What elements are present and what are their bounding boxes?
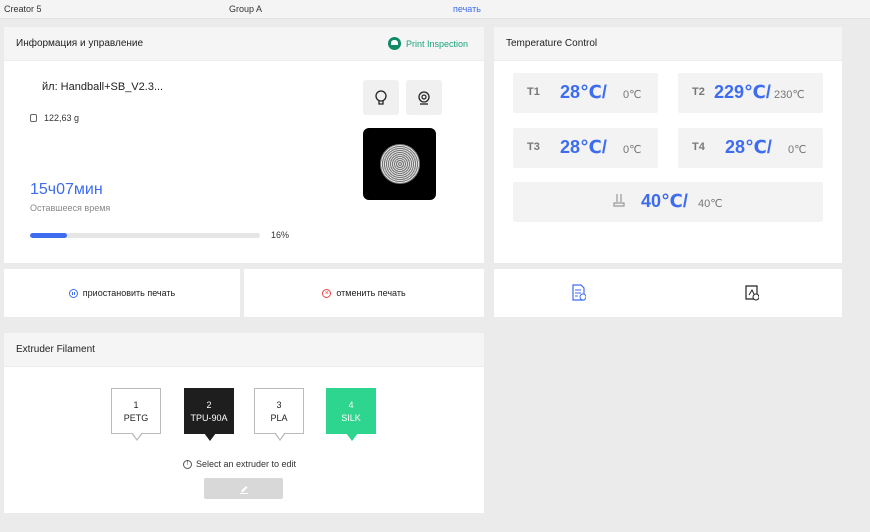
temp-t1[interactable]: T1 28℃/ 0℃: [513, 73, 658, 113]
printer-name: Creator 5: [4, 4, 42, 14]
model-preview-image: [380, 144, 420, 184]
pause-print-button[interactable]: приостановить печать: [4, 269, 240, 317]
temp-t3[interactable]: T3 28℃/ 0℃: [513, 128, 658, 168]
extruder-panel-title: Extruder Filament: [16, 344, 95, 355]
top-bar: Creator 5 Group A печать: [0, 0, 870, 19]
progress-bar: [30, 233, 260, 238]
extruder-hint-text: Select an extruder to edit: [196, 459, 297, 469]
temp-t4-label: T4: [692, 141, 705, 153]
extruder-number: 2: [206, 400, 212, 410]
temp-t2-label: T2: [692, 86, 705, 98]
file-name: йл: Handball+SB_V2.3...: [42, 81, 164, 93]
temp-t3-target: 0℃: [623, 144, 642, 156]
document-icon[interactable]: [572, 284, 586, 301]
temp-t1-label: T1: [527, 86, 540, 98]
temperature-panel: Temperature Control T1 28℃/ 0℃ T2 229℃/ …: [494, 27, 842, 263]
pause-print-label: приостановить печать: [82, 288, 176, 298]
progress-percent: 16%: [271, 230, 290, 240]
temp-t3-label: T3: [527, 141, 540, 153]
progress-fill: [30, 233, 67, 238]
extruder-3[interactable]: 3 PLA: [254, 388, 304, 441]
temp-t2[interactable]: T2 229℃/ 230℃: [678, 73, 823, 113]
file-buttons-bar: [494, 269, 842, 317]
bed-icon: [613, 194, 625, 207]
print-inspection-button[interactable]: Print Inspection: [387, 37, 468, 50]
extruder-1[interactable]: 1 PETG: [111, 388, 161, 441]
extruder-material: PLA: [270, 413, 288, 423]
extruder-panel-header: Extruder Filament: [4, 333, 484, 367]
extruder-4[interactable]: 4 SILK: [326, 388, 376, 441]
weight-icon: [30, 114, 37, 122]
filament-weight: 122,63 g: [30, 113, 79, 123]
extruder-number: 3: [276, 400, 282, 410]
extruder-number: 4: [348, 400, 354, 410]
pencil-icon: [239, 485, 248, 494]
extruder-hint: ! Select an extruder to edit: [183, 459, 296, 469]
info-icon: !: [183, 459, 192, 469]
model-thumbnail: [363, 128, 436, 200]
time-remaining-label: Оставшееся время: [30, 203, 111, 213]
print-inspection-icon: [387, 37, 401, 50]
pause-icon: [68, 288, 78, 298]
bulb-icon: [375, 89, 387, 105]
printer-icon[interactable]: [745, 284, 759, 301]
temperature-panel-header: Temperature Control: [494, 27, 842, 61]
info-panel-title: Информация и управление: [16, 38, 144, 49]
cancel-print-button[interactable]: × отменить печать: [244, 269, 484, 317]
temp-t1-value: 28℃/: [560, 82, 607, 102]
temp-t3-value: 28℃/: [560, 137, 607, 157]
temp-t1-target: 0℃: [623, 89, 642, 101]
extruder-number: 1: [133, 400, 139, 410]
extruder-material: SILK: [341, 413, 361, 423]
extruder-2[interactable]: 2 TPU-90A: [184, 388, 234, 441]
cancel-icon: ×: [322, 288, 332, 298]
temp-t4[interactable]: T4 28℃/ 0℃: [678, 128, 823, 168]
light-toggle-button[interactable]: [363, 80, 399, 115]
temp-t2-target: 230℃: [774, 89, 805, 101]
temp-t4-target: 0℃: [788, 144, 807, 156]
extruder-material: TPU-90A: [190, 413, 228, 423]
group-name: Group A: [229, 4, 263, 14]
weight-value: 122,63 g: [44, 113, 80, 123]
extruder-panel: Extruder Filament 1 PETG 2 TPU-90A 3 PLA…: [4, 333, 484, 513]
print-inspection-label: Print Inspection: [405, 38, 468, 49]
temp-t4-value: 28℃/: [725, 137, 772, 157]
edit-extruder-button[interactable]: [204, 478, 283, 499]
extruder-material: PETG: [123, 413, 149, 423]
info-panel: Информация и управление Print Inspection…: [4, 27, 484, 263]
temperature-panel-title: Temperature Control: [506, 38, 598, 49]
temp-t2-value: 229℃/: [714, 82, 771, 102]
cancel-print-label: отменить печать: [336, 288, 406, 298]
temp-bed-target: 40℃: [698, 198, 723, 210]
temp-bed[interactable]: 40℃/ 40℃: [513, 182, 823, 222]
info-panel-header: Информация и управление Print Inspection: [4, 27, 484, 61]
camera-icon: [418, 90, 430, 105]
temp-bed-value: 40℃/: [641, 191, 688, 211]
camera-button[interactable]: [406, 80, 442, 115]
time-remaining: 15ч07мин: [30, 181, 103, 198]
print-link[interactable]: печать: [453, 4, 481, 14]
